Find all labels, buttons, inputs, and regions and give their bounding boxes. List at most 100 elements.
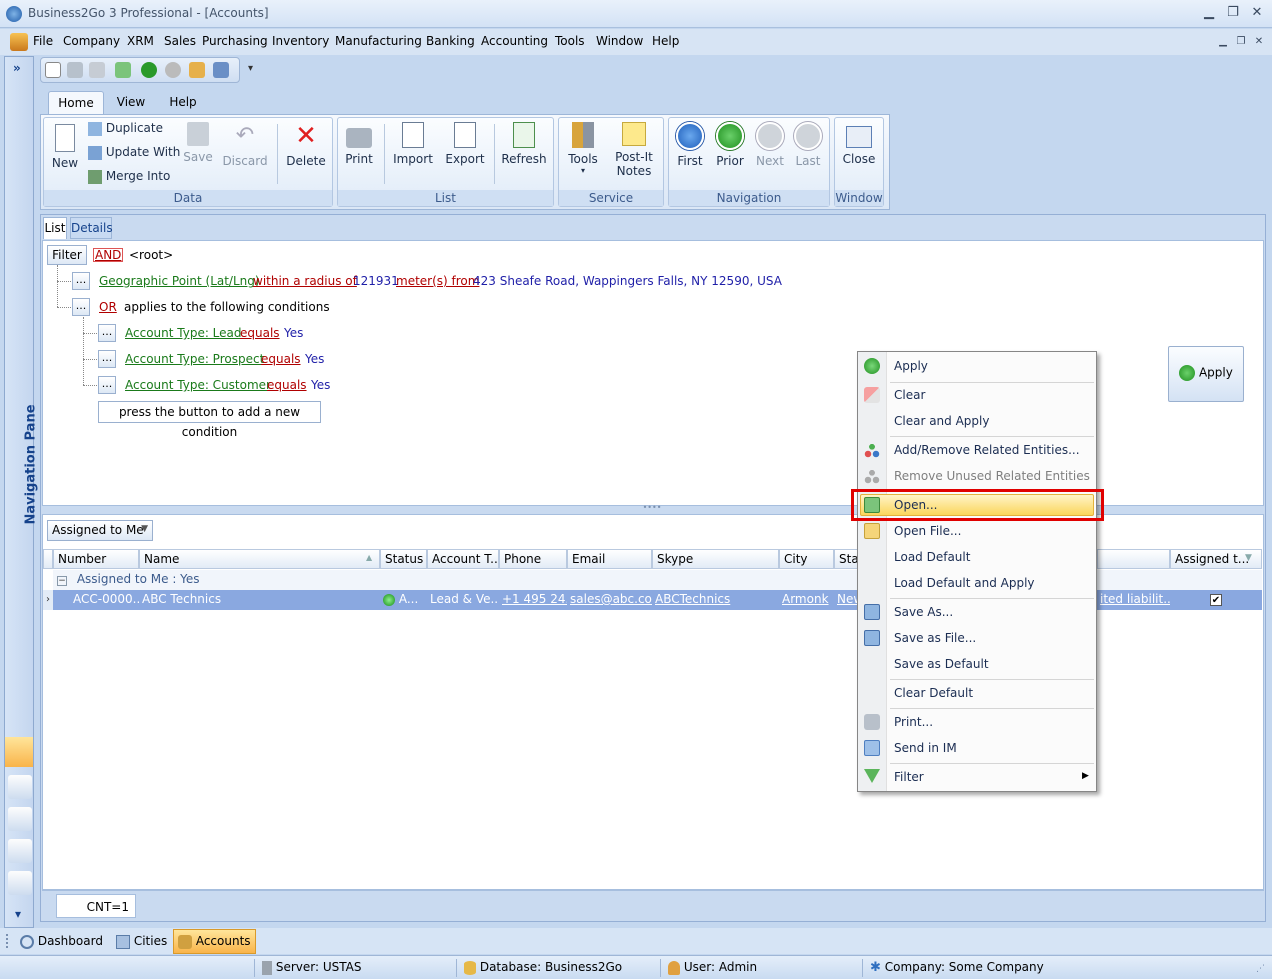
new-button[interactable]: New bbox=[47, 122, 83, 170]
checkbox-checked[interactable]: ✔ bbox=[1210, 594, 1222, 606]
undo-icon[interactable] bbox=[89, 62, 105, 78]
menu-item-clear-default[interactable]: Clear Default bbox=[894, 686, 973, 700]
column-header-phone[interactable]: Phone bbox=[499, 549, 567, 569]
tab-accounts[interactable]: Accounts bbox=[173, 929, 256, 954]
mdi-restore-button[interactable]: ❐ bbox=[1232, 33, 1250, 51]
close-window-icon[interactable] bbox=[213, 62, 229, 78]
menu-purchasing[interactable]: Purchasing bbox=[202, 34, 268, 48]
menu-banking[interactable]: Banking bbox=[426, 34, 475, 48]
settings-icon[interactable] bbox=[189, 62, 205, 78]
cell-skype[interactable]: ABCTechnics bbox=[652, 590, 779, 610]
last-button[interactable]: Last bbox=[790, 122, 826, 168]
update-with-button[interactable]: Update With bbox=[88, 145, 180, 160]
condition-menu-button[interactable]: ... bbox=[98, 376, 116, 394]
save-button[interactable]: Save bbox=[180, 122, 216, 164]
geo-operator[interactable]: within a radius of bbox=[253, 274, 357, 288]
condition-value[interactable]: Yes bbox=[311, 378, 330, 392]
cell-email[interactable]: sales@abc.co... bbox=[567, 590, 652, 610]
discard-button[interactable]: ↶ Discard bbox=[222, 122, 268, 168]
menu-inventory[interactable]: Inventory bbox=[272, 34, 329, 48]
menu-manufacturing[interactable]: Manufacturing bbox=[335, 34, 422, 48]
tab-list[interactable]: List bbox=[43, 217, 67, 239]
menu-file[interactable]: File bbox=[33, 34, 53, 48]
tab-view[interactable]: View bbox=[108, 91, 154, 115]
menu-item-clear-and-apply[interactable]: Clear and Apply bbox=[894, 414, 989, 428]
cell-number[interactable]: ACC-0000... bbox=[70, 590, 139, 610]
geo-address[interactable]: 423 Sheafe Road, Wappingers Falls, NY 12… bbox=[473, 274, 782, 288]
filter-button[interactable]: Filter bbox=[47, 245, 87, 265]
column-header-name[interactable]: Name bbox=[139, 549, 380, 569]
collapse-group-icon[interactable]: − bbox=[57, 576, 67, 586]
view-selector-dropdown[interactable]: Assigned to Me ▼ bbox=[47, 520, 153, 541]
cell-phone[interactable]: +1 495 24... bbox=[499, 590, 567, 610]
cell-state[interactable]: New bbox=[834, 590, 858, 610]
minimize-button[interactable]: ▁ bbox=[1200, 4, 1218, 22]
column-header-city[interactable]: City bbox=[779, 549, 834, 569]
apply-button[interactable]: Apply bbox=[1168, 346, 1244, 402]
tab-details[interactable]: Details bbox=[70, 217, 113, 239]
mdi-close-button[interactable]: ✕ bbox=[1250, 33, 1268, 51]
nav-accounts-icon[interactable] bbox=[8, 807, 32, 831]
menu-item-send-in-im[interactable]: Send in IM bbox=[894, 741, 957, 755]
condition-menu-button[interactable]: ... bbox=[98, 350, 116, 368]
new-doc-icon[interactable] bbox=[45, 62, 61, 78]
menu-accounting[interactable]: Accounting bbox=[481, 34, 548, 48]
geo-radius-value[interactable]: 121931 bbox=[353, 274, 399, 288]
geo-field[interactable]: Geographic Point (Lat/Lng) bbox=[99, 274, 260, 288]
menu-help[interactable]: Help bbox=[652, 34, 679, 48]
menu-item-open-file[interactable]: Open File... bbox=[894, 524, 961, 538]
condition-field-lead[interactable]: Account Type: Lead bbox=[125, 326, 242, 340]
menu-item-print[interactable]: Print... bbox=[894, 715, 933, 729]
nav-contacts-icon[interactable] bbox=[8, 775, 32, 799]
menu-item-save-as[interactable]: Save As... bbox=[894, 605, 953, 619]
save-icon[interactable] bbox=[67, 62, 83, 78]
column-filter-icon[interactable]: ▼ bbox=[1245, 553, 1252, 563]
column-header-skype[interactable]: Skype bbox=[652, 549, 779, 569]
condition-field-prospect[interactable]: Account Type: Prospect bbox=[125, 352, 264, 366]
condition-operator[interactable]: equals bbox=[261, 352, 301, 366]
app-menu-icon[interactable] bbox=[10, 33, 28, 51]
condition-menu-button[interactable]: ... bbox=[72, 272, 90, 290]
condition-operator[interactable]: equals bbox=[240, 326, 280, 340]
and-operator[interactable]: AND bbox=[93, 248, 124, 262]
refresh-button[interactable]: Refresh bbox=[500, 122, 548, 166]
delete-button[interactable]: ✕ Delete bbox=[284, 122, 328, 168]
column-header-state[interactable]: Stat bbox=[834, 549, 858, 569]
column-header-email[interactable]: Email bbox=[567, 549, 652, 569]
mdi-minimize-button[interactable]: ▁ bbox=[1214, 33, 1232, 51]
cell-city[interactable]: Armonk bbox=[779, 590, 834, 610]
column-header-number[interactable]: Number bbox=[53, 549, 139, 569]
column-header-status[interactable]: Status bbox=[380, 549, 427, 569]
merge-into-button[interactable]: Merge Into bbox=[88, 169, 170, 184]
condition-operator[interactable]: equals bbox=[267, 378, 307, 392]
back-icon[interactable] bbox=[141, 62, 157, 78]
geo-unit[interactable]: meter(s) from bbox=[396, 274, 479, 288]
condition-value[interactable]: Yes bbox=[284, 326, 303, 340]
maximize-button[interactable]: ❐ bbox=[1224, 4, 1242, 22]
cell-status[interactable]: A... bbox=[380, 590, 427, 610]
resize-grip-icon[interactable]: ⋰ bbox=[1256, 964, 1265, 974]
nav-groups-icon[interactable] bbox=[8, 839, 32, 863]
menu-window[interactable]: Window bbox=[596, 34, 643, 48]
tab-dashboard[interactable]: Dashboard bbox=[16, 931, 107, 953]
condition-value[interactable]: Yes bbox=[305, 352, 324, 366]
add-condition-button[interactable]: press the button to add a new condition bbox=[98, 401, 321, 439]
menu-item-save-as-file[interactable]: Save as File... bbox=[894, 631, 976, 645]
tab-cities[interactable]: Cities bbox=[112, 931, 171, 953]
expand-nav-button[interactable]: » bbox=[13, 61, 21, 75]
tab-home[interactable]: Home bbox=[48, 91, 104, 115]
next-button[interactable]: Next bbox=[752, 122, 788, 168]
close-button[interactable]: ✕ bbox=[1248, 4, 1266, 22]
menu-item-load-default-apply[interactable]: Load Default and Apply bbox=[894, 576, 1035, 590]
cell-legal-form[interactable]: ited liabilit... bbox=[1097, 590, 1170, 610]
menu-company[interactable]: Company bbox=[63, 34, 120, 48]
menu-item-save-as-default[interactable]: Save as Default bbox=[894, 657, 989, 671]
import-button[interactable]: Import bbox=[390, 122, 436, 166]
menu-item-clear[interactable]: Clear bbox=[894, 388, 925, 402]
nav-more-icon[interactable]: ▾ bbox=[15, 907, 21, 921]
column-header-account-type[interactable]: Account T... bbox=[427, 549, 499, 569]
duplicate-button[interactable]: Duplicate bbox=[88, 121, 163, 136]
close-form-button[interactable]: Close bbox=[838, 122, 880, 166]
cell-account-type[interactable]: Lead & Ve... bbox=[427, 590, 499, 610]
tools-button[interactable]: Tools ▾ bbox=[562, 122, 604, 175]
